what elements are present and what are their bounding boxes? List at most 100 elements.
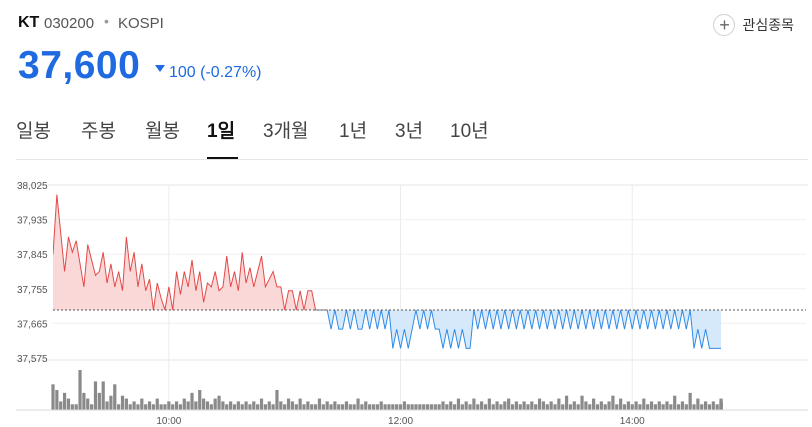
volume-bar <box>240 404 244 410</box>
plus-icon: + <box>713 14 736 36</box>
volume-bar <box>692 404 696 410</box>
volume-bar <box>74 404 78 410</box>
volume-bar <box>55 390 59 410</box>
volume-bar <box>356 398 360 410</box>
volume-bar <box>626 401 630 410</box>
volume-bar <box>155 398 159 410</box>
volume-bar <box>383 404 387 410</box>
volume-bar <box>557 398 561 410</box>
volume-bar <box>194 401 198 410</box>
volume-bar <box>333 401 337 410</box>
volume-bar <box>507 398 511 410</box>
volume-bar <box>171 404 175 410</box>
volume-bar <box>310 404 314 410</box>
watchlist-label: 관심종목 <box>742 17 794 33</box>
volume-bar <box>159 404 163 410</box>
volume-bar <box>379 401 383 410</box>
y-tick-label: 37,575 <box>17 354 48 365</box>
area-above-reference <box>53 194 722 310</box>
tab-3month[interactable]: 3개월 <box>263 116 309 143</box>
volume-bar <box>360 404 364 410</box>
volume-bar <box>144 404 148 410</box>
volume-bar <box>580 395 584 410</box>
tab-1year[interactable]: 1년 <box>339 116 367 143</box>
volume-bar <box>657 401 661 410</box>
tab-1day[interactable]: 1일 <box>207 116 235 143</box>
tab-monthly[interactable]: 월봉 <box>145 116 180 143</box>
volume-bar <box>286 398 291 410</box>
tab-3year[interactable]: 3년 <box>395 116 423 143</box>
volume-bar <box>244 401 248 410</box>
tab-10year[interactable]: 10년 <box>450 116 489 143</box>
volume-bar <box>248 404 252 410</box>
volume-bar <box>495 401 499 410</box>
volume-bar <box>151 404 155 410</box>
volume-bar <box>113 384 117 410</box>
volume-bar <box>445 404 449 410</box>
volume-bar <box>132 401 136 410</box>
volume-bar <box>414 404 418 410</box>
volume-bar <box>313 404 318 410</box>
tab-daily[interactable]: 일봉 <box>16 116 51 143</box>
volume-bar <box>167 401 171 410</box>
price-line-down <box>152 309 722 349</box>
volume-bar <box>371 404 376 410</box>
volume-bar <box>514 401 518 410</box>
volume-bar <box>93 381 98 410</box>
volume-bar <box>275 390 279 410</box>
volume-bar <box>205 401 210 410</box>
volume-bar <box>128 404 132 410</box>
volume-bar <box>603 404 607 410</box>
volume-bar <box>236 401 240 410</box>
price-chart-svg: 38,025 37,935 37,845 37,755 37,665 37,575 10:0… <box>16 181 808 427</box>
volume-bar <box>352 404 356 410</box>
volume-bar <box>619 398 623 410</box>
volume-bar <box>441 401 445 410</box>
y-tick-label: 37,935 <box>17 216 48 227</box>
volume-bar <box>453 404 457 410</box>
volume-bar <box>553 404 557 410</box>
volume-bar <box>622 404 627 410</box>
volume-bar <box>480 401 484 410</box>
volume-bar <box>607 401 611 410</box>
volume-bar <box>97 392 101 410</box>
volume-bar <box>279 401 283 410</box>
volume-bar <box>198 390 202 410</box>
volume-bar <box>530 401 534 410</box>
period-tabs: 일봉 주봉 월봉 1일 3개월 1년 3년 10년 <box>0 112 812 160</box>
tab-weekly[interactable]: 주봉 <box>81 116 116 143</box>
price-change: 100 (-0.27%) <box>169 64 262 81</box>
volume-bar <box>464 401 468 410</box>
volume-bar <box>217 395 221 410</box>
separator-dot: • <box>104 13 109 29</box>
volume-bar <box>483 404 488 410</box>
volume-bar <box>283 404 287 410</box>
volume-bar <box>82 392 86 410</box>
current-price: 37,600 <box>18 44 141 87</box>
add-to-watchlist-button[interactable]: + 관심종목 <box>713 12 794 38</box>
volume-bar <box>715 404 719 410</box>
volume-bar <box>642 398 646 410</box>
volume-bar <box>86 398 90 410</box>
volume-bar <box>545 404 549 410</box>
volume-bar <box>252 401 256 410</box>
x-tick-label: 12:00 <box>388 416 413 427</box>
volume-bar <box>117 404 121 410</box>
volume-bar <box>449 401 453 410</box>
volume-bar <box>491 404 495 410</box>
volume-bar <box>202 398 206 410</box>
volume-bar <box>344 401 349 410</box>
volume-bar <box>213 398 217 410</box>
volume-bar <box>634 401 638 410</box>
volume-bar <box>410 404 414 410</box>
volume-bar <box>395 404 399 410</box>
volume-bar <box>433 404 437 410</box>
volume-bar <box>298 398 302 410</box>
volume-bar <box>267 401 271 410</box>
volume-bar <box>468 404 472 410</box>
volume-bar <box>568 404 573 410</box>
volume-bar <box>649 401 654 410</box>
y-tick-label: 37,755 <box>17 285 48 296</box>
volume-bar <box>368 404 372 410</box>
volume-bar <box>140 398 144 410</box>
